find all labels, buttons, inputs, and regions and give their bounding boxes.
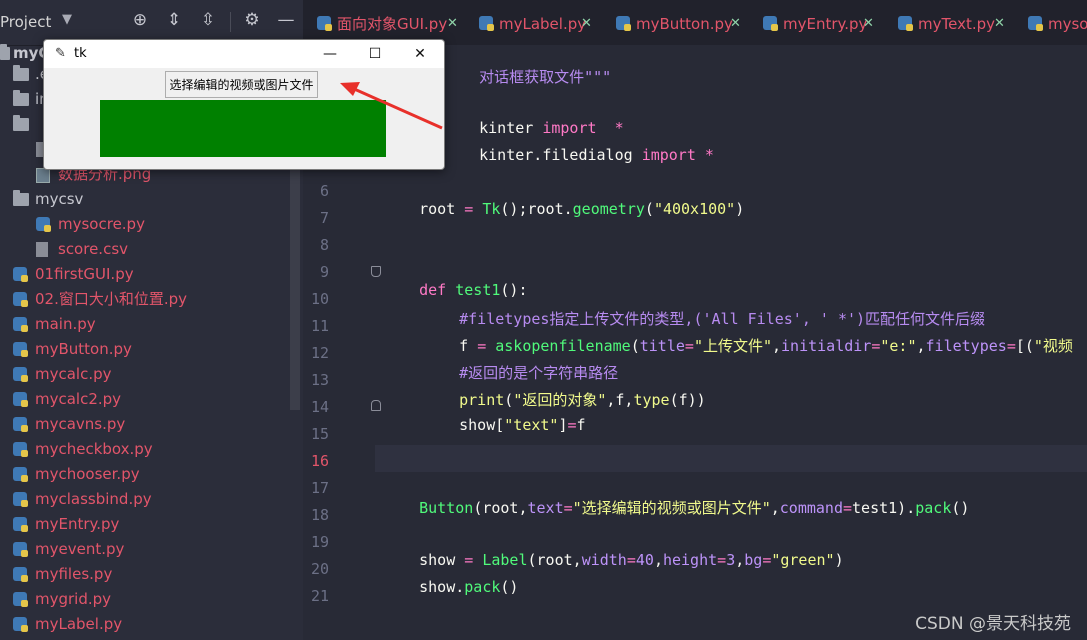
arrow-shaft — [351, 86, 443, 130]
annotation-arrow — [340, 82, 443, 130]
